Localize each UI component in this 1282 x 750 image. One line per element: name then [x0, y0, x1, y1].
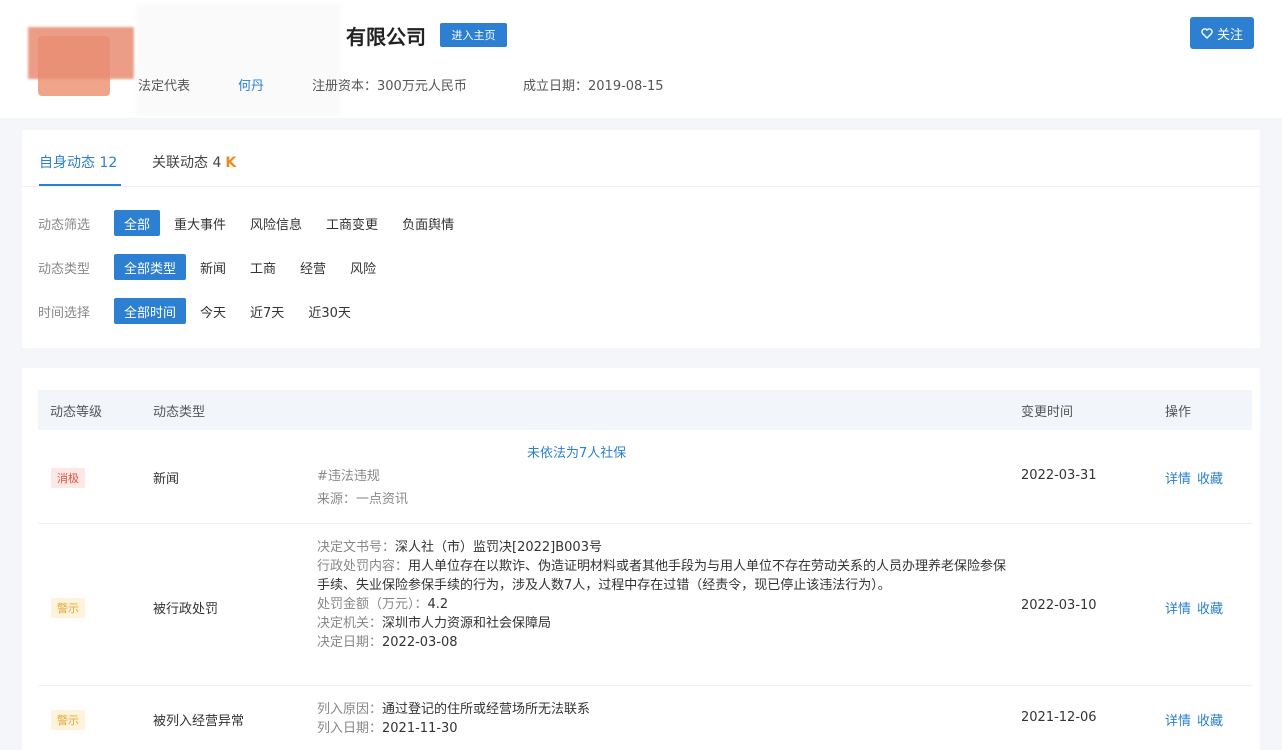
table-header: 动态等级 动态类型 变更时间 操作 — [38, 390, 1252, 430]
company-name: 有限公司 — [346, 25, 426, 49]
row-actions: 详情 收藏 — [1165, 598, 1229, 617]
update-date: 2022-03-31 — [1021, 468, 1097, 483]
details-link[interactable]: 详情 — [1165, 714, 1191, 729]
tab-related-label: 关联动态 4 — [152, 155, 222, 171]
chip-major-event[interactable]: 重大事件 — [164, 210, 236, 236]
news-tag: #违法违规 — [317, 469, 380, 484]
chip-all-types[interactable]: 全部类型 — [114, 254, 187, 280]
chip-all-time[interactable]: 全部时间 — [114, 298, 187, 324]
follow-label: 关注 — [1216, 27, 1243, 43]
registered-capital: 注册资本：300万元人民币 — [312, 79, 467, 94]
chip-business[interactable]: 工商 — [240, 254, 286, 280]
news-source: 来源：一点资讯 — [317, 492, 409, 507]
company-header: 有限公司 进入主页 关注 法定代表 何丹 注册资本：300万元人民币 成立日期：… — [0, 0, 1282, 118]
detail-line: 处罚金额（万元）：4.2 — [317, 597, 449, 612]
favorite-link[interactable]: 收藏 — [1197, 602, 1223, 617]
detail-line: 决定日期：2022-03-08 — [317, 635, 458, 650]
chip-all[interactable]: 全部 — [114, 210, 161, 236]
chip-today[interactable]: 今天 — [190, 298, 236, 324]
favorite-link[interactable]: 收藏 — [1197, 714, 1223, 729]
chip-last-7-days[interactable]: 近7天 — [240, 298, 294, 324]
updates-table: 动态等级 动态类型 变更时间 操作 消极 新闻 未依法为7人社保 #违法违规 来… — [22, 368, 1260, 750]
table-row: 警示 被列入经营异常 列入原因：通过登记的住所或经营场所无法联系 列入日期：20… — [38, 690, 1252, 750]
filter-row-type: 动态类型 全部类型 新闻 工商 经营 风险 — [38, 254, 390, 280]
chip-business-change[interactable]: 工商变更 — [316, 210, 388, 236]
col-type: 动态类型 — [153, 404, 206, 420]
row-actions: 详情 收藏 — [1165, 710, 1229, 729]
hot-icon: K — [225, 155, 237, 171]
update-type: 被列入经营异常 — [153, 714, 245, 729]
enter-homepage-button[interactable]: 进入主页 — [440, 23, 507, 47]
col-date: 变更时间 — [1021, 404, 1074, 420]
details-link[interactable]: 详情 — [1165, 472, 1191, 487]
legal-rep-value[interactable]: 何丹 — [238, 75, 264, 94]
detail-line: 决定机关：深圳市人力资源和社会保障局 — [317, 616, 552, 631]
tab-divider — [22, 186, 1260, 187]
detail-line: 决定文书号：深人社（市）监罚决[2022]B003号 — [317, 540, 602, 555]
legal-rep-label: 法定代表 — [138, 79, 191, 94]
update-type: 新闻 — [153, 472, 180, 487]
col-level: 动态等级 — [50, 404, 103, 420]
update-content: 列入原因：通过登记的住所或经营场所无法联系 列入日期：2021-11-30 — [317, 700, 1017, 738]
level-badge: 警示 — [51, 710, 85, 730]
details-link[interactable]: 详情 — [1165, 602, 1191, 617]
founded-date: 成立日期：2019-08-15 — [523, 79, 664, 94]
title-redaction — [308, 440, 520, 464]
detail-line: 行政处罚内容：用人单位存在以欺诈、伪造证明材料或者其他手段为与用人单位不存在劳动… — [317, 559, 1007, 593]
update-type: 被行政处罚 — [153, 602, 219, 617]
update-content: 决定文书号：深人社（市）监罚决[2022]B003号 行政处罚内容：用人单位存在… — [317, 538, 1017, 652]
update-date: 2022-03-10 — [1021, 598, 1097, 613]
filter-row-event: 动态筛选 全部 重大事件 风险信息 工商变更 负面舆情 — [38, 210, 468, 236]
table-row: 消极 新闻 未依法为7人社保 #违法违规 来源：一点资讯 2022-03-31 … — [38, 436, 1252, 524]
row-actions: 详情 收藏 — [1165, 468, 1229, 487]
chip-news[interactable]: 新闻 — [190, 254, 236, 280]
filter-label: 动态类型 — [38, 261, 91, 277]
chip-risk-info[interactable]: 风险信息 — [240, 210, 312, 236]
filter-label: 时间选择 — [38, 305, 91, 321]
col-actions: 操作 — [1165, 404, 1192, 420]
table-row: 警示 被行政处罚 决定文书号：深人社（市）监罚决[2022]B003号 行政处罚… — [38, 528, 1252, 686]
favorite-link[interactable]: 收藏 — [1197, 472, 1223, 487]
chip-risk[interactable]: 风险 — [340, 254, 386, 280]
filter-label: 动态筛选 — [38, 217, 91, 233]
level-badge: 消极 — [51, 468, 85, 488]
tab-related-updates[interactable]: 关联动态 4K — [152, 152, 236, 186]
logo-redaction — [28, 27, 134, 79]
filter-panel: 自身动态 12 关联动态 4K 动态筛选 全部 重大事件 风险信息 工商变更 负… — [22, 130, 1260, 348]
chip-negative-sentiment[interactable]: 负面舆情 — [392, 210, 464, 236]
filter-row-time: 时间选择 全部时间 今天 近7天 近30天 — [38, 298, 365, 324]
follow-button[interactable]: 关注 — [1190, 17, 1254, 49]
heart-icon — [1201, 27, 1213, 39]
chip-last-30-days[interactable]: 近30天 — [298, 298, 361, 324]
detail-line: 列入原因：通过登记的住所或经营场所无法联系 — [317, 702, 591, 717]
name-redaction — [136, 4, 341, 116]
chip-operation[interactable]: 经营 — [290, 254, 336, 280]
tab-own-updates[interactable]: 自身动态 12 — [39, 152, 121, 186]
detail-line: 列入日期：2021-11-30 — [317, 721, 458, 736]
level-badge: 警示 — [51, 598, 85, 618]
update-date: 2021-12-06 — [1021, 710, 1097, 725]
